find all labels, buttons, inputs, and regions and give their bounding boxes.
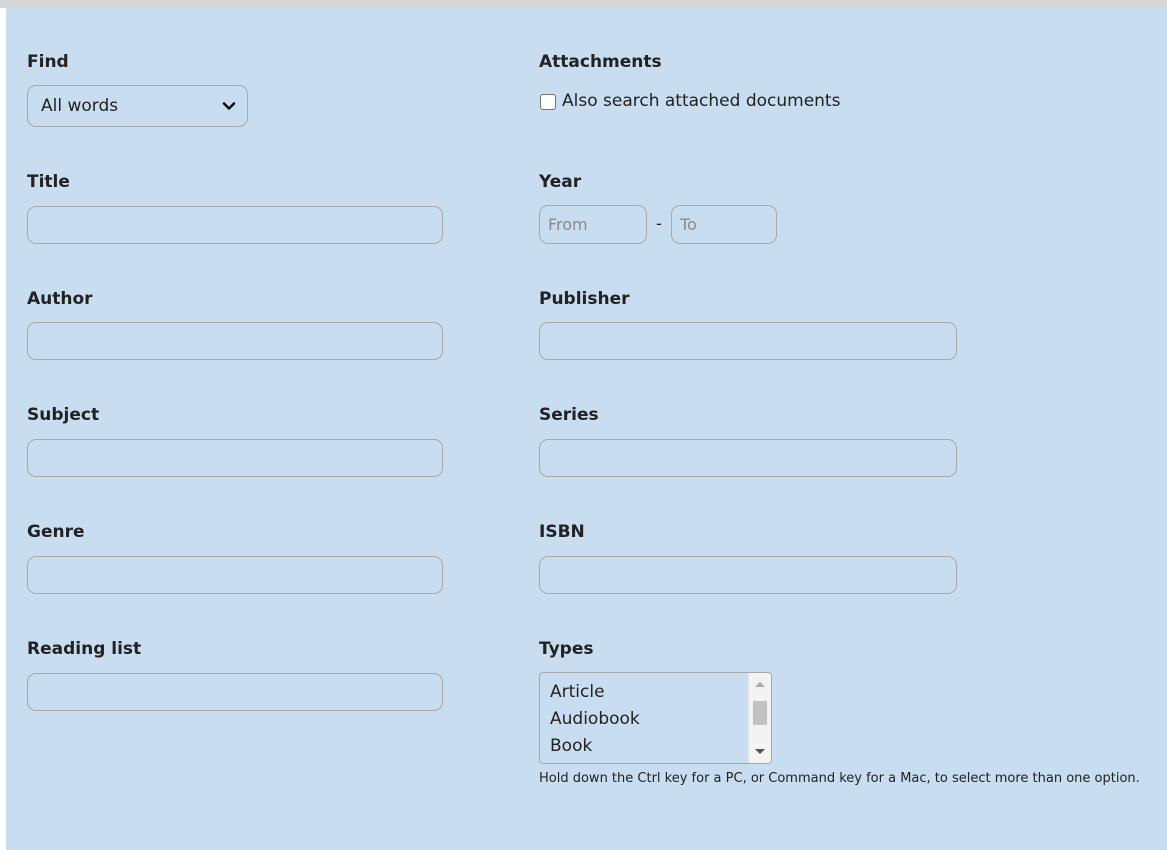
types-listbox[interactable]: Article Audiobook Book (539, 672, 772, 764)
subject-label: Subject (27, 405, 100, 425)
find-select-value: All words (41, 96, 119, 116)
year-from-input[interactable] (539, 205, 647, 244)
reading-list-input[interactable] (27, 673, 443, 711)
reading-list-label: Reading list (27, 639, 142, 659)
scrollbar-thumb[interactable] (753, 701, 767, 725)
find-select[interactable]: All words (27, 85, 248, 127)
year-separator: - (656, 214, 662, 233)
year-to-input[interactable] (671, 205, 777, 244)
subject-input[interactable] (27, 439, 443, 477)
types-scrollbar[interactable] (748, 673, 771, 763)
author-label: Author (27, 289, 93, 309)
attachments-checkbox-label[interactable]: Also search attached documents (562, 91, 840, 111)
attachments-checkbox[interactable] (540, 94, 556, 110)
year-label: Year (539, 172, 582, 192)
isbn-input[interactable] (539, 556, 957, 594)
series-label: Series (539, 405, 599, 425)
publisher-label: Publisher (539, 289, 630, 309)
scroll-up-arrow-icon[interactable] (755, 682, 765, 687)
attachments-label: Attachments (539, 52, 662, 72)
genre-label: Genre (27, 522, 85, 542)
isbn-label: ISBN (539, 522, 585, 542)
chevron-down-icon (222, 102, 236, 110)
title-input[interactable] (27, 206, 443, 244)
series-input[interactable] (539, 439, 957, 477)
scroll-down-arrow-icon[interactable] (755, 749, 765, 754)
types-option[interactable]: Article (550, 682, 605, 702)
author-input[interactable] (27, 322, 443, 360)
title-label: Title (27, 172, 70, 192)
find-label: Find (27, 52, 69, 72)
types-hint: Hold down the Ctrl key for a PC, or Comm… (539, 771, 1140, 786)
genre-input[interactable] (27, 556, 443, 594)
types-option[interactable]: Book (550, 736, 592, 756)
types-option[interactable]: Audiobook (550, 709, 640, 729)
types-label: Types (539, 639, 594, 659)
publisher-input[interactable] (539, 322, 957, 360)
top-border (0, 0, 1167, 8)
